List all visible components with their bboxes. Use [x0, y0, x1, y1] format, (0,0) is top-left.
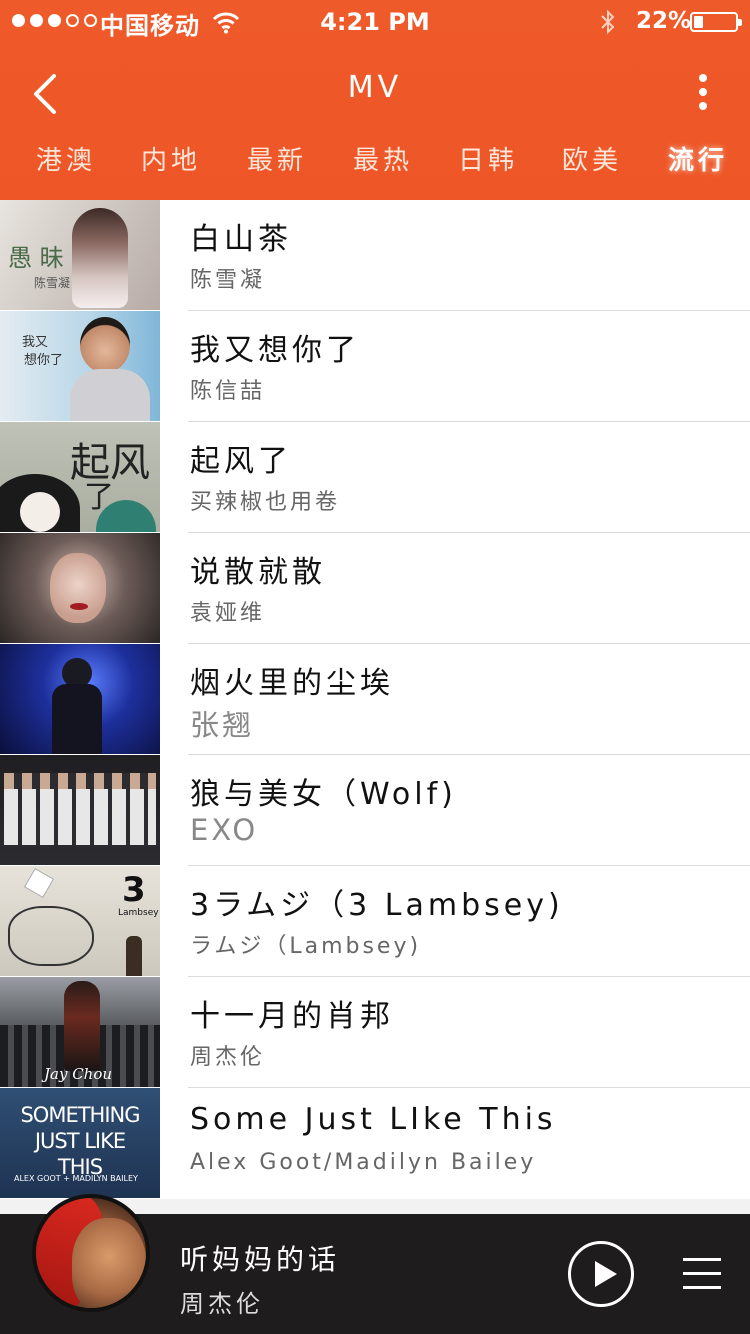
tab-rihan[interactable]: 日韩: [458, 140, 518, 177]
mv-thumbnail: 起风 了: [0, 422, 160, 532]
mv-title: 我又想你了: [190, 333, 360, 368]
app-header: 中国移动 4:21 PM 22% MV 港澳 内地 最新 最热 日韩 欧美 流行: [0, 0, 750, 200]
mv-artist: 陈信喆: [190, 379, 266, 404]
mv-title: 狼与美女（Wolf): [190, 777, 457, 812]
mv-thumbnail: 我又 想你了: [0, 311, 160, 421]
more-options-button[interactable]: [686, 72, 720, 112]
mv-title: 白山茶: [190, 222, 292, 257]
thumbnail-caption: Jay Chou: [44, 1065, 113, 1083]
mv-thumbnail: [0, 644, 160, 754]
mv-thumbnail: [0, 533, 160, 643]
mv-thumbnail: 3 Lambsey: [0, 866, 160, 976]
tab-gangao[interactable]: 港澳: [36, 140, 96, 177]
tab-zuire[interactable]: 最热: [353, 140, 413, 177]
mv-artist: 陈雪凝: [190, 268, 266, 293]
mv-title: Some Just LIke This: [190, 1102, 557, 1137]
mv-artist: 周杰伦: [190, 1045, 266, 1070]
list-item[interactable]: 3 Lambsey 3ラムジ（3 Lambsey) ラムジ（Lambsey): [0, 866, 750, 977]
now-playing-bar[interactable]: 听妈妈的话 周杰伦: [0, 1194, 750, 1334]
mv-title: 烟火里的尘埃: [190, 666, 394, 701]
thumbnail-subcaption: Lambsey: [118, 908, 159, 918]
tab-oumei[interactable]: 欧美: [562, 140, 622, 177]
thumbnail-caption: 愚 昧: [8, 244, 64, 272]
tab-neidi[interactable]: 内地: [141, 140, 201, 177]
play-button[interactable]: [568, 1241, 634, 1307]
mv-artist: EXO: [190, 813, 259, 847]
thumbnail-caption: 3: [122, 870, 146, 910]
nav-bar: MV: [0, 44, 750, 140]
battery-percent: 22%: [636, 8, 692, 34]
mv-artist: Alex Goot/Madilyn Bailey: [190, 1150, 537, 1175]
bluetooth-icon: [601, 9, 615, 35]
thumbnail-subcaption: 陈雪凝: [34, 276, 71, 290]
now-playing-artist: 周杰伦: [180, 1290, 264, 1318]
page-title: MV: [347, 70, 403, 105]
mv-title: 起风了: [190, 444, 292, 479]
list-item[interactable]: 狼与美女（Wolf) EXO: [0, 755, 750, 866]
thumbnail-caption: SOMETHING JUST LIKE THIS: [20, 1103, 140, 1179]
list-item[interactable]: Jay Chou 十一月的肖邦 周杰伦: [0, 977, 750, 1088]
thumbnail-subcaption: ALEX GOOT + MADILYN BAILEY: [14, 1174, 138, 1183]
mv-artist: 张翘: [190, 708, 255, 742]
thumbnail-caption: 我又: [22, 335, 49, 350]
list-item[interactable]: 说散就散 袁娅维: [0, 533, 750, 644]
tab-liuxing[interactable]: 流行: [668, 140, 728, 177]
album-art[interactable]: [32, 1194, 150, 1332]
mv-title: 3ラムジ（3 Lambsey): [190, 888, 564, 923]
list-item[interactable]: SOMETHING JUST LIKE THIS ALEX GOOT + MAD…: [0, 1088, 750, 1199]
status-bar: 中国移动 4:21 PM 22%: [0, 0, 750, 44]
now-playing-title: 听妈妈的话: [180, 1243, 341, 1276]
playlist-icon[interactable]: [683, 1258, 721, 1290]
mv-artist: 买辣椒也用卷: [190, 490, 341, 515]
mv-title: 说散就散: [190, 555, 326, 590]
mv-thumbnail: Jay Chou: [0, 977, 160, 1087]
list-item[interactable]: 愚 昧 陈雪凝 白山茶 陈雪凝: [0, 200, 750, 311]
mv-artist: ラムジ（Lambsey): [190, 934, 422, 959]
mv-thumbnail: SOMETHING JUST LIKE THIS ALEX GOOT + MAD…: [0, 1088, 160, 1198]
mv-title: 十一月的肖邦: [190, 999, 394, 1034]
tab-zuixin[interactable]: 最新: [247, 140, 307, 177]
mv-thumbnail: 愚 昧 陈雪凝: [0, 200, 160, 310]
list-item[interactable]: 我又 想你了 我又想你了 陈信喆: [0, 311, 750, 422]
list-item[interactable]: 烟火里的尘埃 张翘: [0, 644, 750, 755]
battery-icon: [690, 12, 742, 32]
thumbnail-subcaption: 想你了: [24, 353, 64, 368]
mv-artist: 袁娅维: [190, 601, 266, 626]
mv-thumbnail: [0, 755, 160, 865]
list-item[interactable]: 起风 了 起风了 买辣椒也用卷: [0, 422, 750, 533]
category-tabs: 港澳 内地 最新 最热 日韩 欧美 流行: [0, 140, 750, 188]
